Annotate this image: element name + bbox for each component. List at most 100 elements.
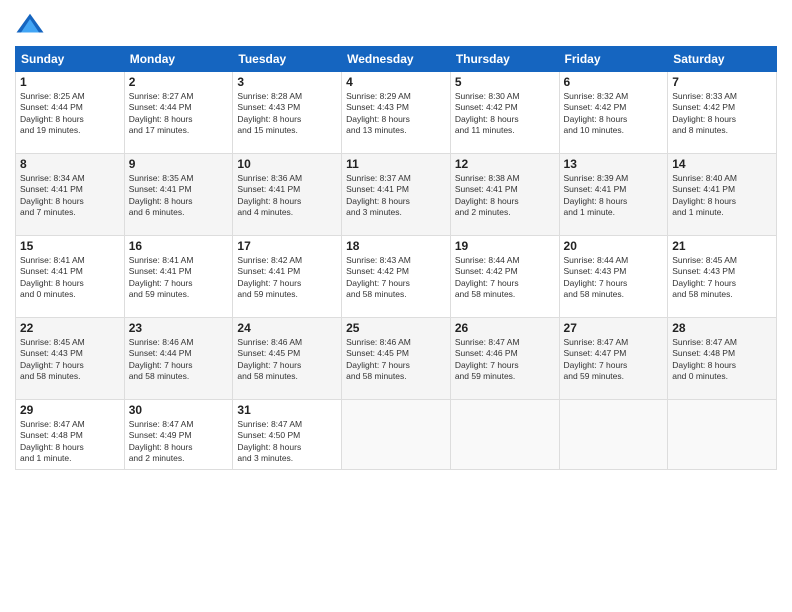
day-number: 5 — [455, 75, 555, 89]
day-info: Sunrise: 8:47 AM Sunset: 4:46 PM Dayligh… — [455, 337, 555, 383]
weekday-header-saturday: Saturday — [668, 47, 777, 72]
day-number: 13 — [564, 157, 664, 171]
day-number: 3 — [237, 75, 337, 89]
calendar-cell: 12Sunrise: 8:38 AM Sunset: 4:41 PM Dayli… — [450, 154, 559, 236]
day-number: 7 — [672, 75, 772, 89]
day-info: Sunrise: 8:27 AM Sunset: 4:44 PM Dayligh… — [129, 91, 229, 137]
day-info: Sunrise: 8:28 AM Sunset: 4:43 PM Dayligh… — [237, 91, 337, 137]
calendar-cell: 10Sunrise: 8:36 AM Sunset: 4:41 PM Dayli… — [233, 154, 342, 236]
logo — [15, 10, 49, 40]
day-info: Sunrise: 8:47 AM Sunset: 4:48 PM Dayligh… — [672, 337, 772, 383]
calendar-cell: 17Sunrise: 8:42 AM Sunset: 4:41 PM Dayli… — [233, 236, 342, 318]
day-number: 19 — [455, 239, 555, 253]
weekday-header-wednesday: Wednesday — [342, 47, 451, 72]
day-number: 27 — [564, 321, 664, 335]
weekday-header-thursday: Thursday — [450, 47, 559, 72]
calendar-cell: 14 Sunrise: 8:40 AM Sunset: 4:41 PM Dayli… — [668, 154, 777, 236]
calendar-cell: 23Sunrise: 8:46 AM Sunset: 4:44 PM Dayli… — [124, 318, 233, 400]
calendar-cell: 19 Sunrise: 8:44 AM Sunset: 4:42 PM Dayli… — [450, 236, 559, 318]
calendar-cell: 5Sunrise: 8:30 AM Sunset: 4:42 PM Daylig… — [450, 72, 559, 154]
day-info: Sunrise: 8:39 AM Sunset: 4:41 PM Dayligh… — [564, 173, 664, 219]
calendar-cell: 27Sunrise: 8:47 AM Sunset: 4:47 PM Dayli… — [559, 318, 668, 400]
weekday-header-sunday: Sunday — [16, 47, 125, 72]
weekday-header-tuesday: Tuesday — [233, 47, 342, 72]
day-info: Sunrise: 8:47 AM Sunset: 4:48 PM Dayligh… — [20, 419, 120, 465]
header — [15, 10, 777, 40]
calendar-week-row: 15 Sunrise: 8:41 AM Sunset: 4:41 PM Dayli… — [16, 236, 777, 318]
calendar-cell: 8 Sunrise: 8:34 AM Sunset: 4:41 PM Daylig… — [16, 154, 125, 236]
day-number: 30 — [129, 403, 229, 417]
calendar-cell: 9 Sunrise: 8:35 AM Sunset: 4:41 PM Daylig… — [124, 154, 233, 236]
day-info: Sunrise: 8:29 AM Sunset: 4:43 PM Dayligh… — [346, 91, 446, 137]
calendar-header-row: SundayMondayTuesdayWednesdayThursdayFrid… — [16, 47, 777, 72]
calendar-cell: 22 Sunrise: 8:45 AM Sunset: 4:43 PM Dayli… — [16, 318, 125, 400]
weekday-header-friday: Friday — [559, 47, 668, 72]
day-info: Sunrise: 8:45 AM Sunset: 4:43 PM Dayligh… — [672, 255, 772, 301]
calendar-cell: 30 Sunrise: 8:47 AM Sunset: 4:49 PM Dayli… — [124, 400, 233, 470]
day-number: 12 — [455, 157, 555, 171]
day-number: 14 — [672, 157, 772, 171]
calendar-cell — [668, 400, 777, 470]
day-number: 25 — [346, 321, 446, 335]
day-info: Sunrise: 8:41 AM Sunset: 4:41 PM Dayligh… — [20, 255, 120, 301]
day-number: 20 — [564, 239, 664, 253]
calendar-cell: 6Sunrise: 8:32 AM Sunset: 4:42 PM Daylig… — [559, 72, 668, 154]
day-info: Sunrise: 8:33 AM Sunset: 4:42 PM Dayligh… — [672, 91, 772, 137]
day-number: 1 — [20, 75, 120, 89]
day-info: Sunrise: 8:35 AM Sunset: 4:41 PM Dayligh… — [129, 173, 229, 219]
day-number: 2 — [129, 75, 229, 89]
calendar-table: SundayMondayTuesdayWednesdayThursdayFrid… — [15, 46, 777, 470]
day-number: 4 — [346, 75, 446, 89]
day-info: Sunrise: 8:25 AM Sunset: 4:44 PM Dayligh… — [20, 91, 120, 137]
calendar-cell — [342, 400, 451, 470]
day-number: 24 — [237, 321, 337, 335]
day-number: 26 — [455, 321, 555, 335]
day-info: Sunrise: 8:42 AM Sunset: 4:41 PM Dayligh… — [237, 255, 337, 301]
calendar-cell: 7 Sunrise: 8:33 AM Sunset: 4:42 PM Daylig… — [668, 72, 777, 154]
calendar-cell: 28 Sunrise: 8:47 AM Sunset: 4:48 PM Dayli… — [668, 318, 777, 400]
calendar-cell: 18Sunrise: 8:43 AM Sunset: 4:42 PM Dayli… — [342, 236, 451, 318]
day-number: 29 — [20, 403, 120, 417]
day-number: 15 — [20, 239, 120, 253]
day-number: 11 — [346, 157, 446, 171]
calendar-cell: 4 Sunrise: 8:29 AM Sunset: 4:43 PM Daylig… — [342, 72, 451, 154]
calendar-week-row: 29 Sunrise: 8:47 AM Sunset: 4:48 PM Dayli… — [16, 400, 777, 470]
day-info: Sunrise: 8:40 AM Sunset: 4:41 PM Dayligh… — [672, 173, 772, 219]
day-info: Sunrise: 8:46 AM Sunset: 4:45 PM Dayligh… — [237, 337, 337, 383]
day-info: Sunrise: 8:32 AM Sunset: 4:42 PM Dayligh… — [564, 91, 664, 137]
day-number: 16 — [129, 239, 229, 253]
day-info: Sunrise: 8:46 AM Sunset: 4:45 PM Dayligh… — [346, 337, 446, 383]
calendar-cell: 20 Sunrise: 8:44 AM Sunset: 4:43 PM Dayli… — [559, 236, 668, 318]
day-info: Sunrise: 8:44 AM Sunset: 4:42 PM Dayligh… — [455, 255, 555, 301]
calendar-cell — [450, 400, 559, 470]
weekday-header-monday: Monday — [124, 47, 233, 72]
day-info: Sunrise: 8:47 AM Sunset: 4:50 PM Dayligh… — [237, 419, 337, 465]
day-info: Sunrise: 8:41 AM Sunset: 4:41 PM Dayligh… — [129, 255, 229, 301]
calendar-cell: 3 Sunrise: 8:28 AM Sunset: 4:43 PM Daylig… — [233, 72, 342, 154]
day-number: 22 — [20, 321, 120, 335]
calendar-cell: 16 Sunrise: 8:41 AM Sunset: 4:41 PM Dayli… — [124, 236, 233, 318]
day-number: 28 — [672, 321, 772, 335]
calendar-cell — [559, 400, 668, 470]
day-number: 21 — [672, 239, 772, 253]
calendar-cell: 1 Sunrise: 8:25 AM Sunset: 4:44 PM Daylig… — [16, 72, 125, 154]
calendar-week-row: 22 Sunrise: 8:45 AM Sunset: 4:43 PM Dayli… — [16, 318, 777, 400]
day-number: 10 — [237, 157, 337, 171]
calendar-cell: 25 Sunrise: 8:46 AM Sunset: 4:45 PM Dayli… — [342, 318, 451, 400]
calendar-week-row: 1 Sunrise: 8:25 AM Sunset: 4:44 PM Daylig… — [16, 72, 777, 154]
day-info: Sunrise: 8:44 AM Sunset: 4:43 PM Dayligh… — [564, 255, 664, 301]
logo-icon — [15, 10, 45, 40]
day-info: Sunrise: 8:47 AM Sunset: 4:49 PM Dayligh… — [129, 419, 229, 465]
calendar-cell: 2 Sunrise: 8:27 AM Sunset: 4:44 PM Daylig… — [124, 72, 233, 154]
day-info: Sunrise: 8:45 AM Sunset: 4:43 PM Dayligh… — [20, 337, 120, 383]
day-number: 23 — [129, 321, 229, 335]
page: SundayMondayTuesdayWednesdayThursdayFrid… — [0, 0, 792, 612]
day-number: 9 — [129, 157, 229, 171]
calendar-week-row: 8 Sunrise: 8:34 AM Sunset: 4:41 PM Daylig… — [16, 154, 777, 236]
day-number: 18 — [346, 239, 446, 253]
calendar-cell: 13 Sunrise: 8:39 AM Sunset: 4:41 PM Dayli… — [559, 154, 668, 236]
calendar-cell: 26 Sunrise: 8:47 AM Sunset: 4:46 PM Dayli… — [450, 318, 559, 400]
calendar-cell: 15 Sunrise: 8:41 AM Sunset: 4:41 PM Dayli… — [16, 236, 125, 318]
day-number: 8 — [20, 157, 120, 171]
day-info: Sunrise: 8:34 AM Sunset: 4:41 PM Dayligh… — [20, 173, 120, 219]
